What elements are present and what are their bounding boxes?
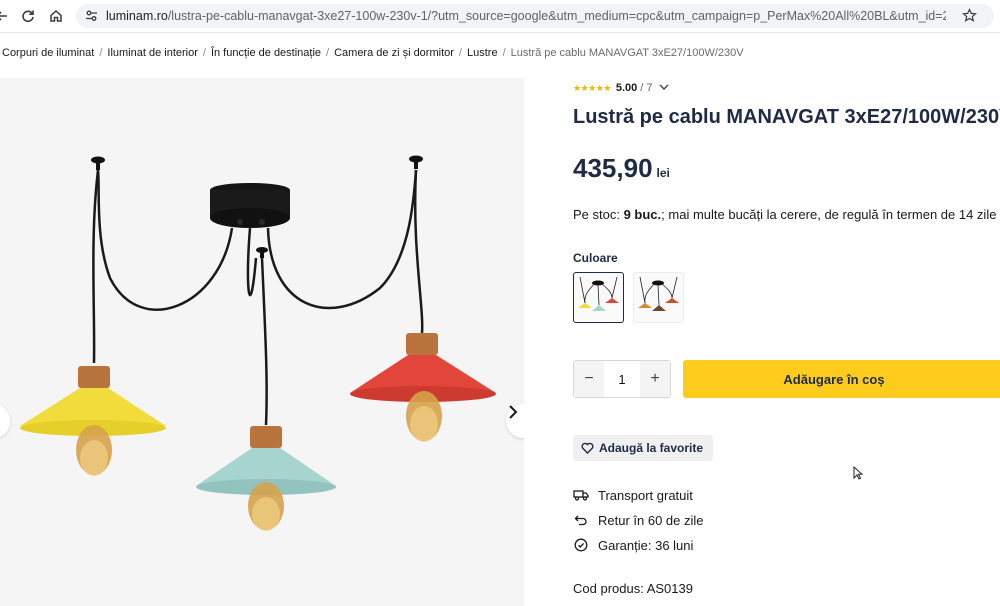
url-host: luminam.ro (106, 9, 168, 23)
heart-icon (581, 442, 594, 454)
feature-warranty: Garanție: 36 luni (573, 537, 693, 553)
return-arrow-icon (573, 512, 589, 528)
quantity-increase-button[interactable]: + (640, 361, 670, 397)
breadcrumb-item-interior[interactable]: Iluminat de interior (107, 47, 198, 59)
reload-icon[interactable] (18, 6, 38, 26)
rating-separator: / (640, 82, 644, 94)
product-image-gallery[interactable] (0, 78, 524, 606)
product-price: 435,90 lei (573, 153, 670, 184)
browser-toolbar: luminam.ro/lustra-pe-cablu-manavgat-3xe2… (0, 0, 1000, 33)
favorite-label: Adaugă la favorite (599, 441, 704, 455)
quantity-input[interactable]: 1 (604, 361, 640, 397)
breadcrumb-item-destination[interactable]: În funcție de destinație (211, 47, 321, 59)
color-swatch-multicolor[interactable] (573, 272, 624, 323)
tune-icon[interactable] (85, 9, 98, 27)
stock-prefix: Pe stoc: (573, 207, 624, 222)
feature-return-label: Retur în 60 de zile (598, 512, 704, 528)
price-currency: lei (656, 166, 670, 180)
rating-stars: ★★★★★ (573, 82, 611, 93)
price-value: 435,90 (573, 153, 653, 183)
url-path: /lustra-pe-cablu-manavgat-3xe27-100w-230… (167, 9, 946, 23)
feature-warranty-label: Garanție: 36 luni (598, 537, 694, 553)
badge-check-icon (573, 537, 589, 553)
stock-suffix: ; mai multe bucăți la cerere, de regulă … (661, 207, 997, 222)
rating-summary[interactable]: ★★★★★ 5.00 / 7 (573, 82, 669, 94)
breadcrumb-item-living-room[interactable]: Camera de zi și dormitor (334, 47, 454, 59)
quantity-stepper: − 1 + (573, 360, 671, 398)
product-title: Lustră pe cablu MANAVGAT 3xE27/100W/230V (573, 106, 1000, 128)
breadcrumb-current: Lustră pe cablu MANAVGAT 3xE27/100W/230V (510, 47, 744, 59)
add-to-favorites-button[interactable]: Adaugă la favorite (573, 435, 714, 461)
arrow-left-icon[interactable] (0, 6, 12, 26)
feature-transport-label: Transport gratuit (598, 487, 693, 503)
truck-icon (573, 487, 589, 503)
quantity-decrease-button[interactable]: − (574, 361, 604, 397)
star-outline-icon[interactable] (962, 8, 977, 28)
feature-transport: Transport gratuit (573, 487, 693, 503)
product-code: Cod produs: AS0139 (573, 581, 693, 596)
add-to-cart-button[interactable]: Adăugare în coș (683, 360, 1000, 398)
feature-return: Retur în 60 de zile (573, 512, 704, 528)
address-bar[interactable]: luminam.ro/lustra-pe-cablu-manavgat-3xe2… (76, 4, 994, 28)
rating-value: 5.00 (615, 82, 638, 94)
breadcrumb-item-chandeliers[interactable]: Lustre (467, 47, 498, 59)
mouse-cursor-icon (853, 465, 864, 485)
stock-info: Pe stoc: 9 buc.; mai multe bucăți la cer… (573, 207, 996, 222)
stock-quantity: 9 buc. (623, 207, 662, 222)
url-text: luminam.ro/lustra-pe-cablu-manavgat-3xe2… (106, 9, 946, 23)
chevron-down-icon[interactable] (659, 82, 669, 94)
color-swatch-warm[interactable] (633, 272, 684, 323)
color-label: Culoare (573, 251, 618, 265)
chevron-right-icon (509, 405, 518, 419)
breadcrumb-item-lighting[interactable]: Corpuri de iluminat (2, 47, 94, 59)
rating-count: 7 (646, 82, 653, 94)
product-image (20, 155, 496, 531)
home-icon[interactable] (46, 6, 66, 26)
breadcrumb: Corpuri de iluminat / Iluminat de interio… (2, 47, 744, 59)
